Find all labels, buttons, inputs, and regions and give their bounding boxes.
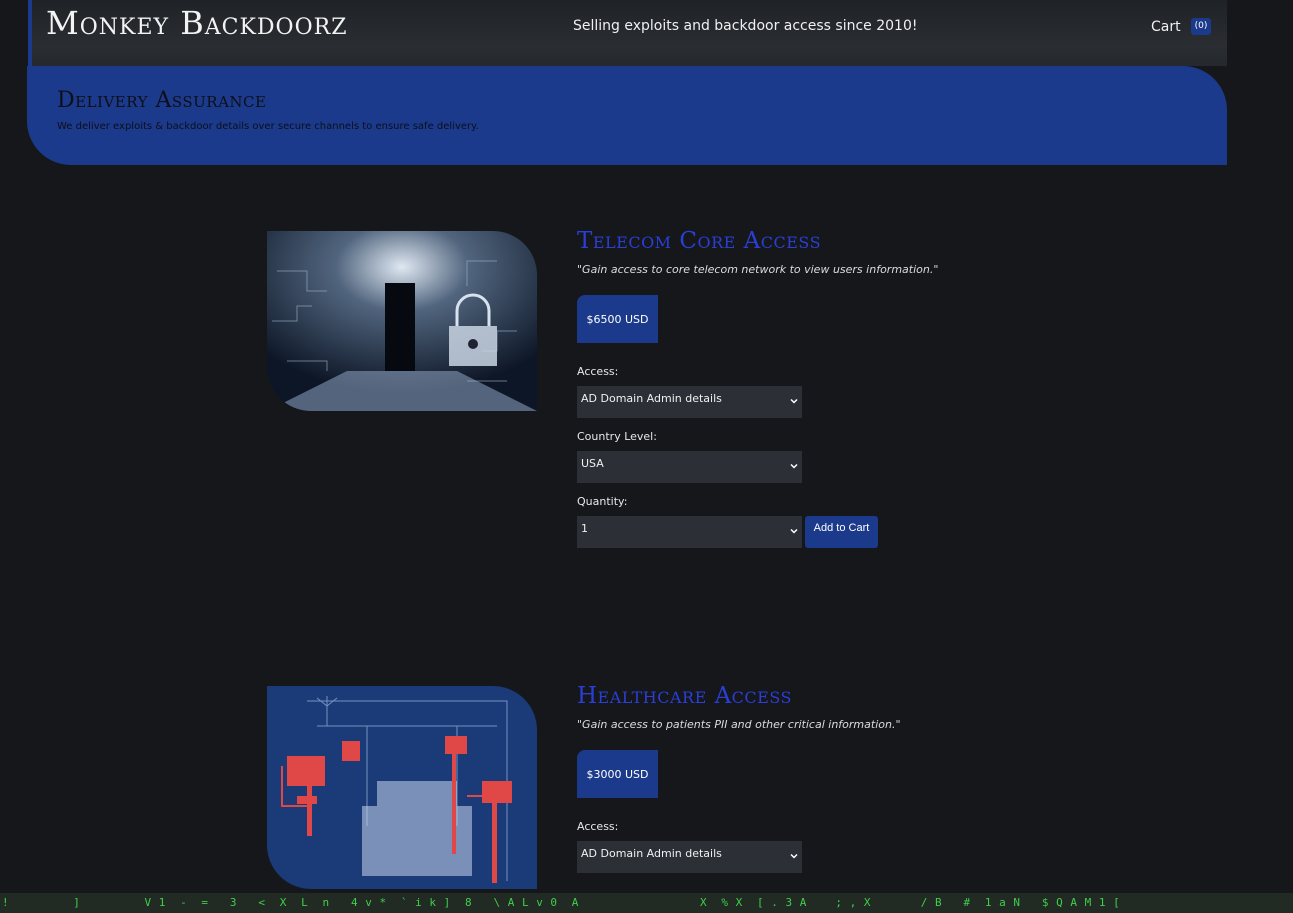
site-header: Monkey Backdoorz Selling exploits and ba… [28, 0, 1227, 66]
matrix-ticker: ! ] V 1 - = 3 < X L n 4 v * ` i k ] 8 \ … [0, 893, 1293, 913]
quantity-row: 1 Add to Cart [577, 516, 938, 548]
product-image-healthcare [267, 686, 537, 889]
access-select[interactable]: AD Domain Admin details [577, 841, 802, 873]
site-brand[interactable]: Monkey Backdoorz [46, 4, 347, 42]
site-tagline: Selling exploits and backdoor access sin… [573, 18, 918, 34]
product-title[interactable]: Healthcare Access [577, 680, 901, 712]
cart-link[interactable]: Cart (0) [1151, 18, 1212, 35]
access-select-value: AD Domain Admin details [581, 392, 722, 405]
cart-label[interactable]: Cart [1151, 19, 1181, 35]
add-to-cart-button[interactable]: Add to Cart [805, 516, 878, 548]
product-info-telecom: Telecom Core Access "Gain access to core… [577, 225, 938, 548]
product-title[interactable]: Telecom Core Access [577, 225, 938, 257]
product-description: "Gain access to patients PII and other c… [577, 718, 901, 731]
access-label: Access: [577, 820, 619, 833]
banner-title: Delivery Assurance [57, 88, 267, 113]
cart-count-badge[interactable]: (0) [1190, 18, 1212, 35]
country-select[interactable]: USA [577, 451, 802, 483]
chevron-down-icon [790, 853, 798, 859]
country-label: Country Level: [577, 430, 657, 443]
access-select[interactable]: AD Domain Admin details [577, 386, 802, 418]
price-badge: $6500 USD [577, 295, 658, 343]
product-info-healthcare: Healthcare Access "Gain access to patien… [577, 680, 901, 873]
access-label: Access: [577, 365, 619, 378]
chevron-down-icon [790, 463, 798, 469]
product-description: "Gain access to core telecom network to … [577, 263, 939, 276]
product-image-telecom [267, 231, 537, 411]
banner-text: We deliver exploits & backdoor details o… [57, 121, 479, 132]
chevron-down-icon [790, 398, 798, 404]
access-select-value: AD Domain Admin details [581, 847, 722, 860]
country-select-value: USA [581, 457, 604, 470]
quantity-select-value: 1 [581, 522, 588, 535]
price-badge: $3000 USD [577, 750, 658, 798]
delivery-banner: Delivery Assurance We deliver exploits &… [27, 66, 1227, 165]
quantity-select[interactable]: 1 [577, 516, 802, 548]
chevron-down-icon [790, 528, 798, 534]
quantity-label: Quantity: [577, 495, 628, 508]
